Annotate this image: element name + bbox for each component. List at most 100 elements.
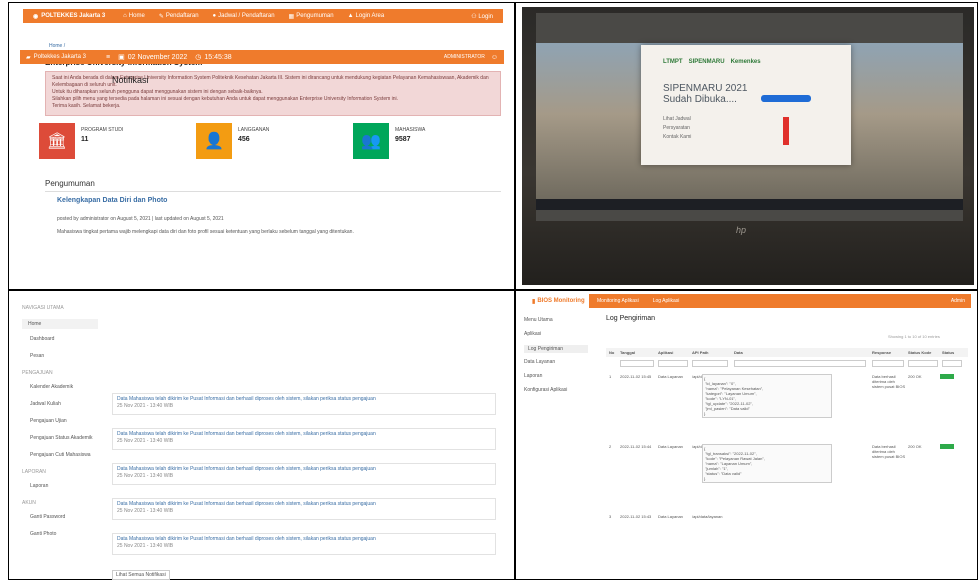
- home-icon: ⌂: [123, 13, 127, 19]
- logo-ltmpt: LTMPT: [663, 59, 683, 65]
- alert-line: Terima kasih. Selamat bekerja.: [52, 103, 121, 109]
- dot-icon: ●: [212, 13, 217, 19]
- stat-program-studi[interactable]: 🏛 PROGRAM STUDI 11: [39, 123, 123, 163]
- accent-bar: [783, 117, 789, 145]
- post-title-link[interactable]: Kelengkapan Data Diri dan Photo: [57, 197, 167, 204]
- popup-link[interactable]: Lihat Jadwal: [663, 115, 691, 124]
- filter-input[interactable]: [734, 360, 866, 367]
- notification-date: 25 Nov 2021 - 13:40 WIB: [117, 508, 174, 514]
- current-time: 15:45:38: [204, 53, 232, 61]
- cell-resp: Data berhasil diterima oleh sistem pusat…: [872, 374, 906, 389]
- notification-item[interactable]: Data Mahasiswa telah dikirim ke Pusat In…: [112, 428, 496, 450]
- sidebar-item[interactable]: Dashboard: [30, 336, 54, 342]
- sidebar-item[interactable]: Pengajuan Cuti Mahasiswa: [30, 452, 91, 458]
- col-response[interactable]: Response: [872, 350, 891, 355]
- taskbar[interactable]: [536, 199, 963, 210]
- stat-label: PROGRAM STUDI: [81, 127, 124, 133]
- cell-resp: Data berhasil diterima oleh sistem pusat…: [872, 444, 906, 459]
- stat-value: 9587: [395, 136, 411, 143]
- filter-input[interactable]: [942, 360, 962, 367]
- register-button[interactable]: [761, 95, 811, 102]
- clock-icon: ◷: [195, 54, 202, 61]
- section-title: Pengumuman: [45, 179, 501, 192]
- breadcrumb[interactable]: Home /: [49, 43, 65, 49]
- user-avatar-icon[interactable]: ☺: [491, 54, 498, 61]
- notification-text[interactable]: Data Mahasiswa telah dikirim ke Pusat In…: [117, 536, 491, 543]
- sidebar-item[interactable]: Aplikasi: [524, 331, 541, 337]
- sidebar-brand[interactable]: ▰ Poltekkes Jakarta 3: [20, 50, 100, 64]
- user-menu[interactable]: Admin: [951, 298, 965, 304]
- col-api-path[interactable]: API Path: [692, 350, 708, 355]
- sidebar-item[interactable]: Pengajuan Status Akademik: [30, 435, 93, 441]
- current-date: 02 November 2022: [127, 53, 188, 61]
- notification-date: 25 Nov 2021 - 13:40 WIB: [117, 438, 174, 444]
- popup-link[interactable]: Kontak Kami: [663, 133, 691, 142]
- stat-mahasiswa[interactable]: 👥 MAHASISWA 9587: [353, 123, 425, 163]
- alert-line: Silahkan pilih menu yang tersedia pada h…: [52, 96, 399, 102]
- sidebar-item[interactable]: Pesan: [30, 353, 44, 359]
- sidebar-section-label: AKUN: [22, 500, 36, 506]
- menu-toggle-icon[interactable]: ≡: [106, 54, 110, 61]
- logo-sipenmaru: SIPENMARU: [688, 59, 725, 65]
- sidebar-item[interactable]: Konfigurasi Aplikasi: [524, 387, 567, 393]
- hp-logo: hp: [736, 225, 747, 235]
- sidebar-item[interactable]: Laporan: [30, 483, 48, 489]
- nav-login-area[interactable]: ▲ Login Area: [348, 13, 385, 19]
- sidebar-item[interactable]: Jadwal Kuliah: [30, 401, 61, 407]
- headline: SIPENMARU 2021 Sudah Dibuka....: [663, 83, 748, 105]
- logo-icon: ▮: [532, 298, 536, 305]
- col-no[interactable]: No: [609, 350, 614, 355]
- login-link[interactable]: ⚇ Login: [471, 13, 493, 20]
- cell-tgl: 2022-11-02 15:44: [620, 444, 652, 449]
- top-menu-item[interactable]: Monitoring Aplikasi: [597, 298, 639, 304]
- stat-langganan[interactable]: 👤 LANGGANAN 456: [196, 123, 269, 163]
- alert-line: Untuk itu diharapkan seluruh pengguna da…: [52, 89, 263, 95]
- notification-item[interactable]: Data Mahasiswa telah dikirim ke Pusat In…: [112, 498, 496, 520]
- sidebar-item[interactable]: Pengajuan Ujian: [30, 418, 67, 424]
- sidebar-item[interactable]: Data Layanan: [524, 359, 555, 365]
- filter-input[interactable]: [620, 360, 654, 367]
- logo-row: LTMPT SIPENMARU Kemenkes: [663, 59, 761, 65]
- sidebar-item[interactable]: Ganti Photo: [30, 531, 56, 537]
- status-badge: [940, 374, 954, 379]
- nav-pengumuman[interactable]: ▦ Pengumuman: [289, 13, 334, 20]
- col-tanggal[interactable]: Tanggal: [620, 350, 635, 355]
- logo-icon: ◉: [33, 13, 39, 20]
- notification-item[interactable]: Data Mahasiswa telah dikirim ke Pusat In…: [112, 463, 496, 485]
- status-badge: [940, 444, 954, 449]
- notification-text[interactable]: Data Mahasiswa telah dikirim ke Pusat In…: [117, 396, 491, 403]
- sidebar-item[interactable]: Home: [22, 319, 98, 329]
- notification-text[interactable]: Data Mahasiswa telah dikirim ke Pusat In…: [117, 501, 491, 508]
- sidebar-item[interactable]: Kalender Akademik: [30, 384, 73, 390]
- stat-value: 456: [238, 136, 250, 143]
- filter-input[interactable]: [872, 360, 904, 367]
- nav-pendaftaran[interactable]: ✎ Pendaftaran: [159, 13, 199, 20]
- filter-input[interactable]: [908, 360, 938, 367]
- filter-input[interactable]: [658, 360, 688, 367]
- view-all-button[interactable]: Lihat Semua Notifikasi: [112, 570, 170, 580]
- brand[interactable]: ◉ POLTEKKES Jakarta 3: [33, 13, 105, 20]
- top-bar: ≡ ▣ 02 November 2022 ◷ 15:45:38 ADMINIST…: [100, 50, 504, 64]
- sidebar-item[interactable]: Log Pengiriman: [524, 345, 588, 353]
- notification-text[interactable]: Data Mahasiswa telah dikirim ke Pusat In…: [117, 431, 491, 438]
- col-status[interactable]: Status: [942, 350, 954, 355]
- notification-text[interactable]: Data Mahasiswa telah dikirim ke Pusat In…: [117, 466, 491, 473]
- user-name[interactable]: ADMINISTRATOR: [444, 54, 485, 60]
- sidebar-item[interactable]: Laporan: [524, 373, 542, 379]
- top-menu-item[interactable]: Log Aplikasi: [653, 298, 680, 304]
- brand[interactable]: ▮ BIOS Monitoring: [528, 294, 589, 308]
- col-aplikasi[interactable]: Aplikasi: [658, 350, 673, 355]
- col-data[interactable]: Data: [734, 350, 743, 355]
- nav-home[interactable]: ⌂ Home: [123, 13, 145, 19]
- col-status-kode[interactable]: Status Kode: [908, 350, 931, 355]
- notification-item[interactable]: Data Mahasiswa telah dikirim ke Pusat In…: [112, 533, 496, 555]
- post-meta: posted by administrator on August 5, 202…: [57, 216, 224, 222]
- notification-item[interactable]: Data Mahasiswa telah dikirim ke Pusat In…: [112, 393, 496, 415]
- filter-input[interactable]: [692, 360, 728, 367]
- nav-jadwal[interactable]: ● Jadwal / Pendaftaran: [213, 13, 275, 19]
- popup-link[interactable]: Persyaratan: [663, 124, 691, 133]
- sidebar-item[interactable]: Ganti Password: [30, 514, 65, 520]
- cell-path: /api/data/layanan: [692, 514, 723, 519]
- popup-links: Lihat Jadwal Persyaratan Kontak Kami: [663, 115, 691, 142]
- top-bar: Monitoring Aplikasi Log Aplikasi Admin: [589, 294, 971, 308]
